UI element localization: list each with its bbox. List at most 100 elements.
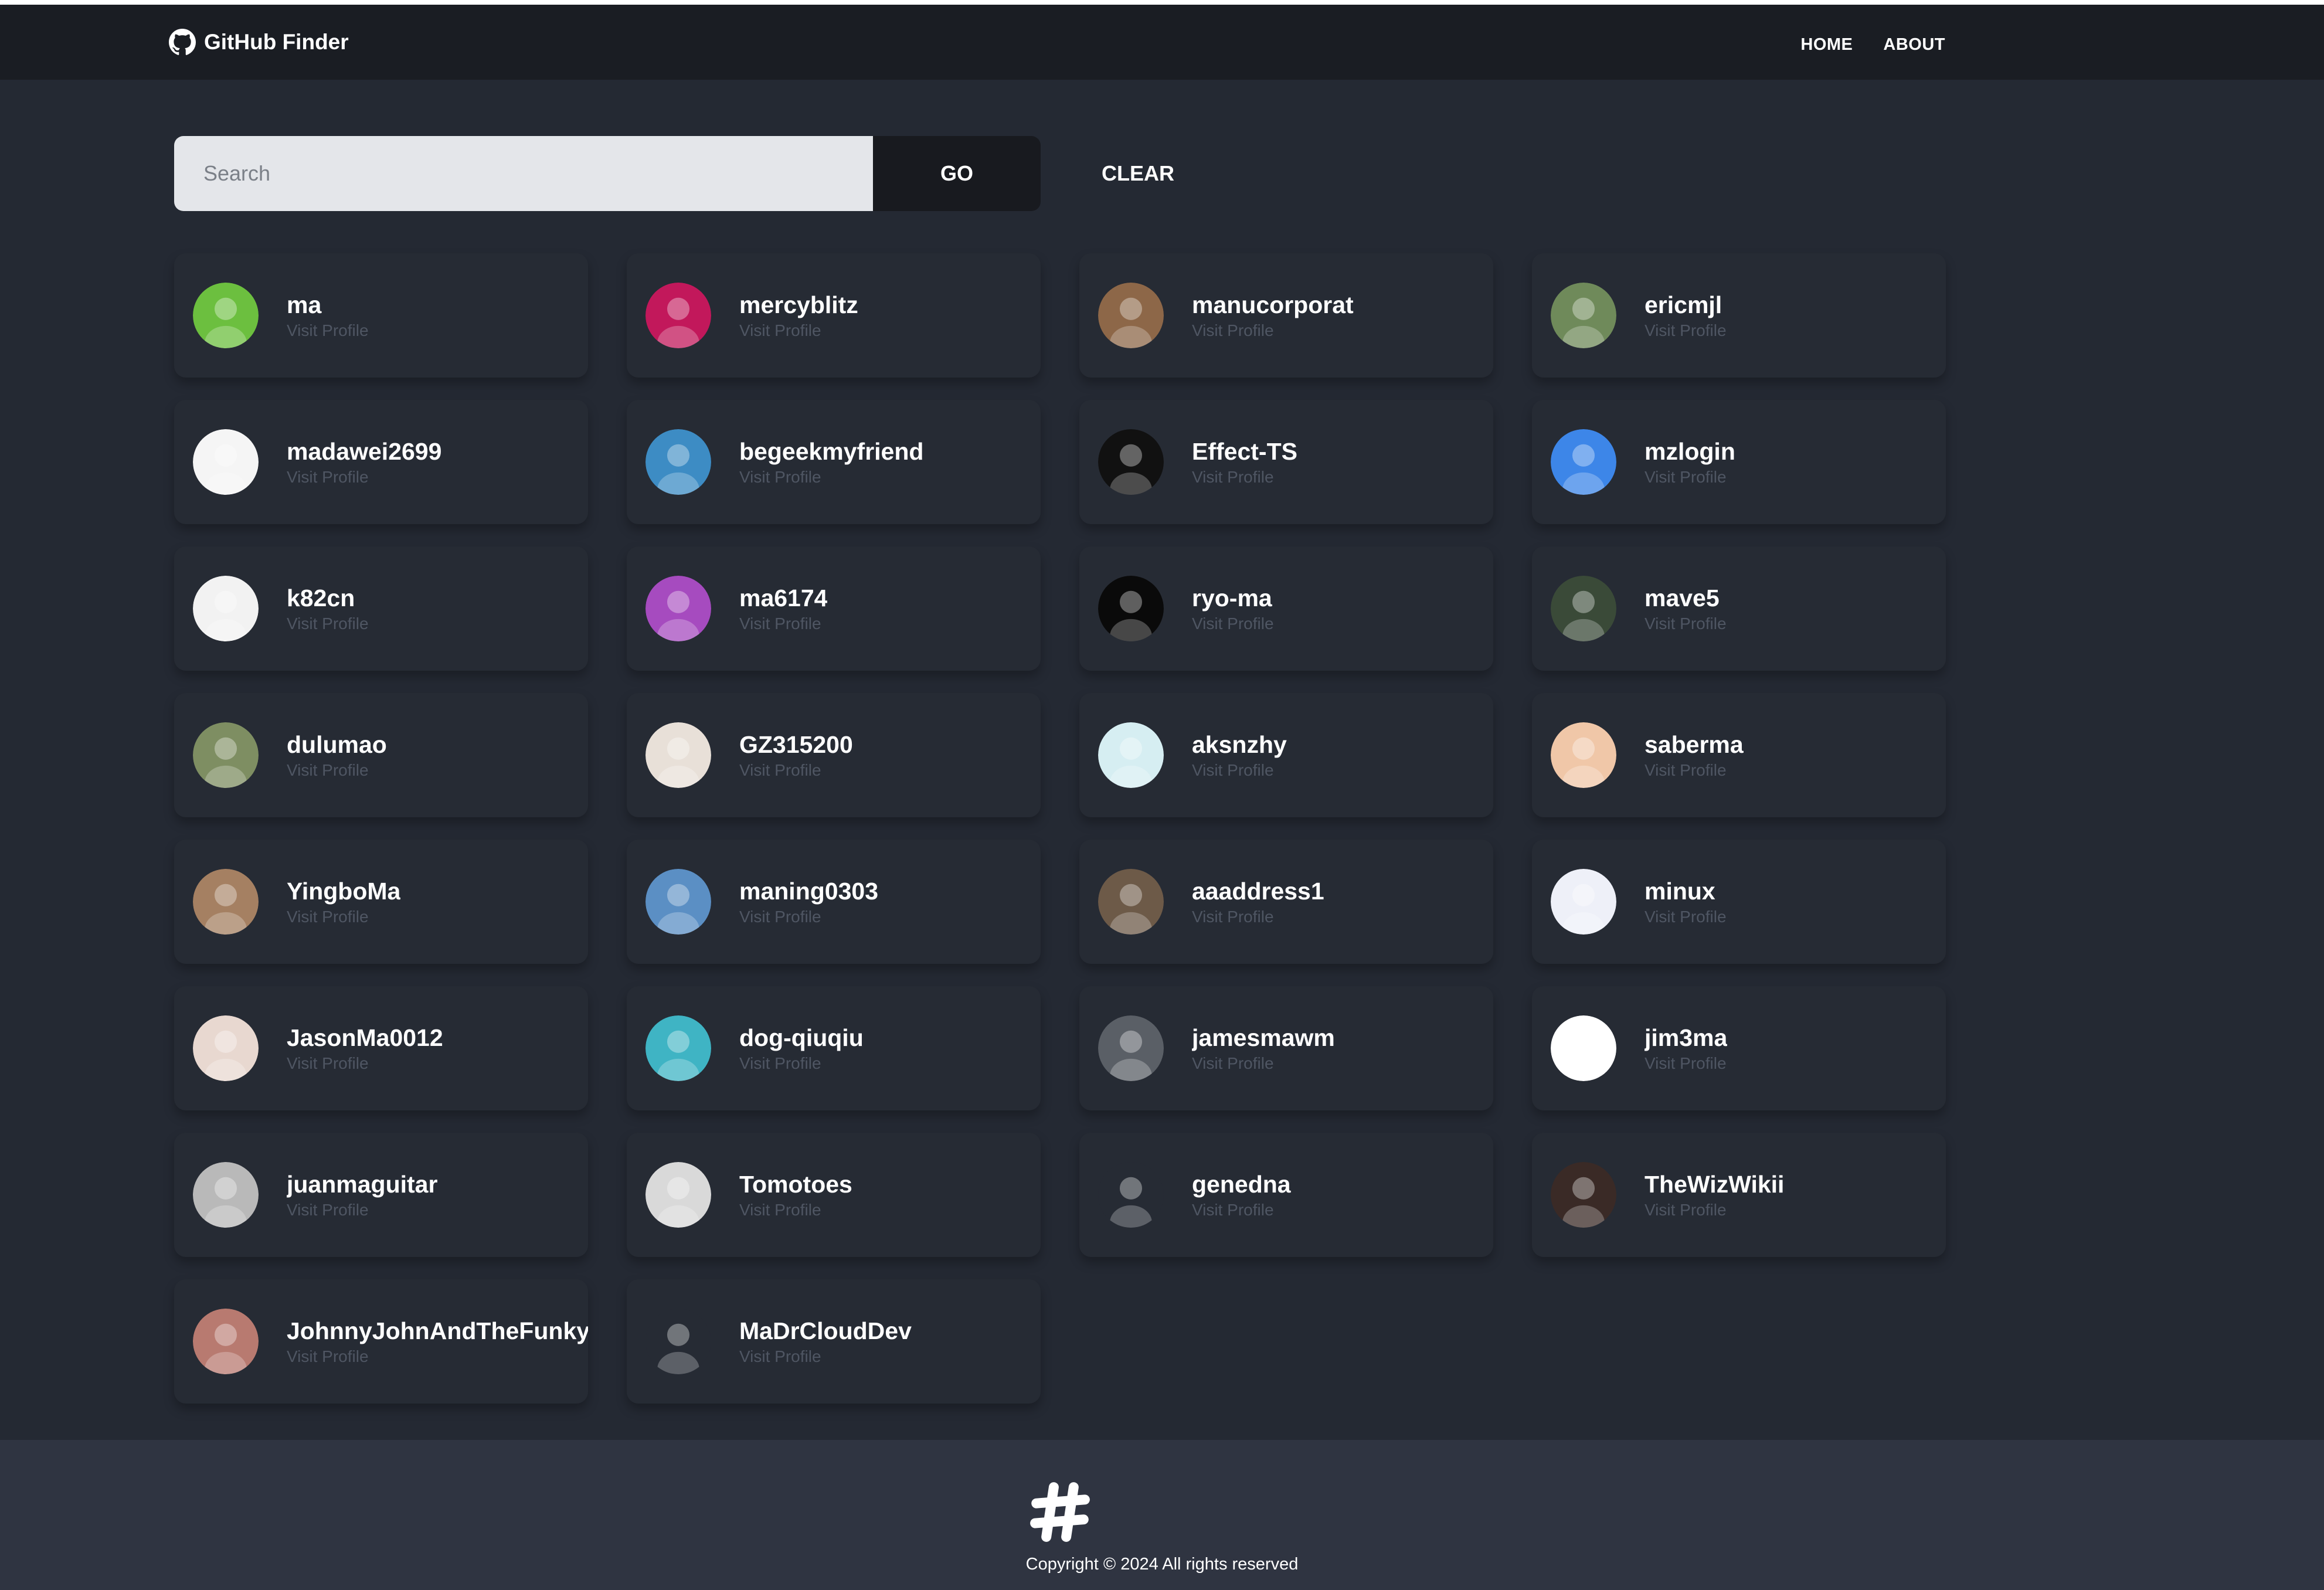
user-avatar[interactable] <box>1551 1015 1616 1081</box>
visit-profile-link[interactable]: Visit Profile <box>287 613 369 634</box>
user-avatar[interactable] <box>1551 576 1616 641</box>
user-card[interactable]: dulumao Visit Profile <box>174 693 588 817</box>
user-avatar[interactable] <box>645 1309 711 1374</box>
user-avatar[interactable] <box>1098 283 1164 348</box>
user-avatar[interactable] <box>1551 1162 1616 1228</box>
visit-profile-link[interactable]: Visit Profile <box>739 613 827 634</box>
user-avatar[interactable] <box>645 576 711 641</box>
user-card-text: MaDrCloudDev Visit Profile <box>739 1316 912 1367</box>
user-card[interactable]: juanmaguitar Visit Profile <box>174 1133 588 1257</box>
user-card[interactable]: begeekmyfriend Visit Profile <box>627 400 1041 524</box>
visit-profile-link[interactable]: Visit Profile <box>739 320 858 341</box>
username: k82cn <box>287 585 355 611</box>
user-card[interactable]: JohnnyJohnAndTheFunkyBunchVisit Profile <box>174 1279 588 1404</box>
user-avatar[interactable] <box>645 869 711 935</box>
visit-profile-link[interactable]: Visit Profile <box>739 906 878 928</box>
user-card[interactable]: aksnzhy Visit Profile <box>1079 693 1493 817</box>
visit-profile-link[interactable]: Visit Profile <box>1192 906 1324 928</box>
user-avatar[interactable] <box>645 1015 711 1081</box>
visit-profile-link[interactable]: Visit Profile <box>287 467 441 488</box>
user-card[interactable]: maning0303 Visit Profile <box>627 840 1041 964</box>
visit-profile-link[interactable]: Visit Profile <box>1192 320 1354 341</box>
user-card[interactable]: minux Visit Profile <box>1532 840 1946 964</box>
user-avatar[interactable] <box>645 429 711 495</box>
visit-profile-link[interactable]: Visit Profile <box>739 467 923 488</box>
search-input[interactable] <box>174 136 873 211</box>
user-avatar[interactable] <box>193 722 259 788</box>
user-card[interactable]: jim3ma Visit Profile <box>1532 986 1946 1110</box>
visit-profile-link[interactable]: Visit Profile <box>1192 613 1274 634</box>
visit-profile-link[interactable]: Visit Profile <box>739 1346 912 1367</box>
visit-profile-link[interactable]: Visit Profile <box>287 906 400 928</box>
user-card[interactable]: ericmjl Visit Profile <box>1532 253 1946 378</box>
visit-profile-link[interactable]: Visit Profile <box>287 760 387 781</box>
visit-profile-link[interactable]: Visit Profile <box>739 1053 864 1074</box>
visit-profile-link[interactable]: Visit Profile <box>287 320 369 341</box>
user-card[interactable]: mzlogin Visit Profile <box>1532 400 1946 524</box>
user-avatar[interactable] <box>1551 722 1616 788</box>
visit-profile-link[interactable]: Visit Profile <box>1192 1053 1335 1074</box>
visit-profile-link[interactable]: Visit Profile <box>1645 1200 1784 1221</box>
user-card[interactable]: YingboMa Visit Profile <box>174 840 588 964</box>
user-card[interactable]: genedna Visit Profile <box>1079 1133 1493 1257</box>
user-card[interactable]: MaDrCloudDev Visit Profile <box>627 1279 1041 1404</box>
user-avatar[interactable] <box>1098 869 1164 935</box>
visit-profile-link[interactable]: Visit Profile <box>1192 1200 1291 1221</box>
user-card[interactable]: mercyblitz Visit Profile <box>627 253 1041 378</box>
user-avatar[interactable] <box>193 1162 259 1228</box>
visit-profile-link[interactable]: Visit Profile <box>1645 906 1727 928</box>
user-avatar[interactable] <box>193 1015 259 1081</box>
user-avatar[interactable] <box>645 1162 711 1228</box>
user-card[interactable]: TheWizWikii Visit Profile <box>1532 1133 1946 1257</box>
user-card[interactable]: Effect-TS Visit Profile <box>1079 400 1493 524</box>
visit-profile-link[interactable]: Visit Profile <box>1645 467 1735 488</box>
user-card[interactable]: dog-qiuqiu Visit Profile <box>627 986 1041 1110</box>
visit-profile-link[interactable]: Visit Profile <box>1645 320 1727 341</box>
user-avatar[interactable] <box>193 429 259 495</box>
brand[interactable]: GitHub Finder <box>169 28 349 56</box>
user-avatar[interactable] <box>1551 869 1616 935</box>
user-avatar[interactable] <box>193 869 259 935</box>
user-avatar[interactable] <box>1551 283 1616 348</box>
user-card[interactable]: k82cn Visit Profile <box>174 546 588 671</box>
user-avatar[interactable] <box>1098 722 1164 788</box>
visit-profile-link[interactable]: Visit Profile <box>739 760 853 781</box>
user-avatar[interactable] <box>645 283 711 348</box>
user-card[interactable]: GZ315200 Visit Profile <box>627 693 1041 817</box>
visit-profile-link[interactable]: Visit Profile <box>739 1200 852 1221</box>
user-avatar[interactable] <box>1098 1015 1164 1081</box>
visit-profile-link[interactable]: Visit Profile <box>1192 760 1287 781</box>
username: JasonMa0012 <box>287 1024 443 1051</box>
nav-about-link[interactable]: ABOUT <box>1883 35 1945 55</box>
user-avatar[interactable] <box>1098 576 1164 641</box>
user-avatar[interactable] <box>1098 429 1164 495</box>
go-button[interactable]: GO <box>873 136 1041 211</box>
visit-profile-link[interactable]: Visit Profile <box>1192 467 1297 488</box>
visit-profile-link[interactable]: Visit Profile <box>1645 613 1727 634</box>
nav-home-link[interactable]: HOME <box>1800 35 1853 55</box>
user-avatar[interactable] <box>193 576 259 641</box>
visit-profile-link[interactable]: Visit Profile <box>1645 1053 1727 1074</box>
user-card[interactable]: ma Visit Profile <box>174 253 588 378</box>
visit-profile-link[interactable]: Visit Profile <box>287 1053 443 1074</box>
user-avatar[interactable] <box>193 1309 259 1374</box>
visit-profile-link[interactable]: Visit Profile <box>1645 760 1744 781</box>
visit-profile-link[interactable]: Visit Profile <box>287 1200 437 1221</box>
user-card[interactable]: jamesmawm Visit Profile <box>1079 986 1493 1110</box>
user-card[interactable]: madawei2699 Visit Profile <box>174 400 588 524</box>
user-avatar[interactable] <box>645 722 711 788</box>
user-card[interactable]: manucorporat Visit Profile <box>1079 253 1493 378</box>
user-card[interactable]: ryo-ma Visit Profile <box>1079 546 1493 671</box>
clear-button[interactable]: CLEAR <box>1073 136 1202 211</box>
user-card[interactable]: Tomotoes Visit Profile <box>627 1133 1041 1257</box>
nav-links: HOME ABOUT <box>1770 35 1945 55</box>
user-avatar[interactable] <box>1098 1162 1164 1228</box>
user-card[interactable]: JasonMa0012 Visit Profile <box>174 986 588 1110</box>
user-avatar[interactable] <box>193 283 259 348</box>
user-card[interactable]: saberma Visit Profile <box>1532 693 1946 817</box>
visit-profile-link[interactable]: Visit Profile <box>287 1346 588 1367</box>
user-avatar[interactable] <box>1551 429 1616 495</box>
user-card[interactable]: ma6174 Visit Profile <box>627 546 1041 671</box>
user-card[interactable]: mave5 Visit Profile <box>1532 546 1946 671</box>
user-card[interactable]: aaaddress1 Visit Profile <box>1079 840 1493 964</box>
